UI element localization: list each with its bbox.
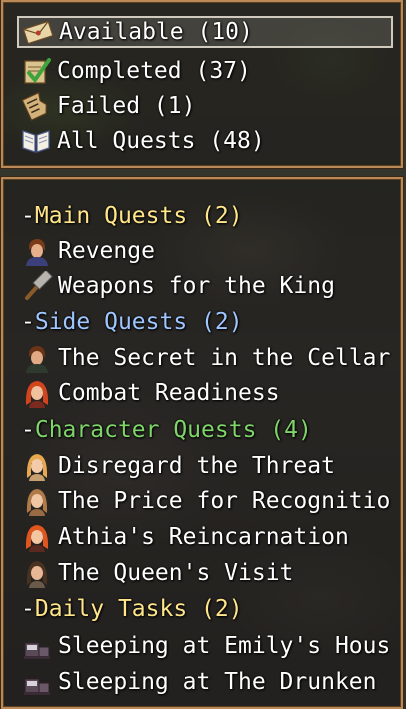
open-book-icon (20, 126, 52, 156)
red-hair-portrait-icon (21, 378, 53, 408)
envelope-icon (22, 17, 54, 47)
quest-list[interactable]: - Main Quests (2) Revenge Weapons for th… (3, 179, 401, 707)
quest-title: Athia's Reincarnation (58, 524, 349, 550)
quest-item-athias-reincarnation[interactable]: Athia's Reincarnation (21, 520, 349, 554)
quest-title: Disregard the Threat (58, 453, 335, 479)
filter-failed[interactable]: Failed (1) (20, 89, 395, 123)
quest-item-revenge[interactable]: Revenge (21, 234, 155, 268)
bed-icon (21, 631, 53, 661)
quest-title: Sleeping at Emily's Hous (58, 633, 391, 659)
quest-list-panel: - Main Quests (2) Revenge Weapons for th… (1, 177, 403, 709)
quest-item-combat-readiness[interactable]: Combat Readiness (21, 376, 280, 410)
quest-title: Sleeping at The Drunken (58, 669, 377, 695)
brown-hair-portrait-icon (21, 343, 53, 373)
quest-item-the-queens-visit[interactable]: The Queen's Visit (21, 556, 293, 590)
blonde-portrait-icon (21, 451, 53, 481)
quest-title: Combat Readiness (58, 380, 280, 406)
category-label: Side Quests (2) (34, 309, 243, 335)
category-character-quests[interactable]: - Character Quests (4) (21, 413, 312, 447)
collapse-toggle: - (21, 417, 35, 443)
category-label: Daily Tasks (2) (34, 596, 243, 622)
quest-filter-panel: Available (10) Completed (37) Failed (1)… (1, 0, 403, 168)
hammer-icon (21, 271, 53, 301)
quest-item-weapons-for-the-king[interactable]: Weapons for the King (21, 269, 335, 303)
quest-title: The Price for Recognitio (58, 488, 391, 514)
category-daily-tasks[interactable]: - Daily Tasks (2) (21, 592, 243, 626)
collapse-toggle: - (21, 596, 35, 622)
bed-icon (21, 667, 53, 697)
category-label: Character Quests (4) (34, 417, 312, 443)
category-main-quests[interactable]: - Main Quests (2) (21, 199, 243, 233)
filter-available[interactable]: Available (10) (17, 16, 393, 48)
quest-item-the-secret-in-the-cellar[interactable]: The Secret in the Cellar (21, 341, 390, 375)
category-side-quests[interactable]: - Side Quests (2) (21, 305, 243, 339)
checkmark-scroll-icon (20, 56, 52, 86)
filter-all-quests[interactable]: All Quests (48) (20, 124, 395, 158)
quest-item-the-price-for-recognition[interactable]: The Price for Recognitio (21, 484, 390, 518)
torn-scroll-icon (20, 91, 52, 121)
quest-item-disregard-the-threat[interactable]: Disregard the Threat (21, 449, 335, 483)
quest-item-sleeping-at-the-drunken[interactable]: Sleeping at The Drunken (21, 665, 377, 699)
quest-title: Weapons for the King (58, 273, 335, 299)
quest-title: The Queen's Visit (58, 560, 294, 586)
quest-item-sleeping-at-emilys-house[interactable]: Sleeping at Emily's Hous (21, 629, 390, 663)
red-hair-portrait-icon (21, 522, 53, 552)
quest-title: The Secret in the Cellar (58, 345, 391, 371)
filter-completed-label: Completed (37) (57, 58, 251, 84)
brown-hair-portrait-icon (21, 236, 53, 266)
filter-failed-label: Failed (1) (57, 93, 196, 119)
category-label: Main Quests (2) (34, 203, 243, 229)
filter-all-quests-label: All Quests (48) (57, 128, 265, 154)
filter-completed[interactable]: Completed (37) (20, 54, 395, 88)
filter-available-label: Available (10) (59, 19, 253, 45)
light-brown-portrait-icon (21, 486, 53, 516)
collapse-toggle: - (21, 309, 35, 335)
dark-hair-portrait-icon (21, 558, 53, 588)
collapse-toggle: - (21, 203, 35, 229)
quest-title: Revenge (58, 238, 155, 264)
